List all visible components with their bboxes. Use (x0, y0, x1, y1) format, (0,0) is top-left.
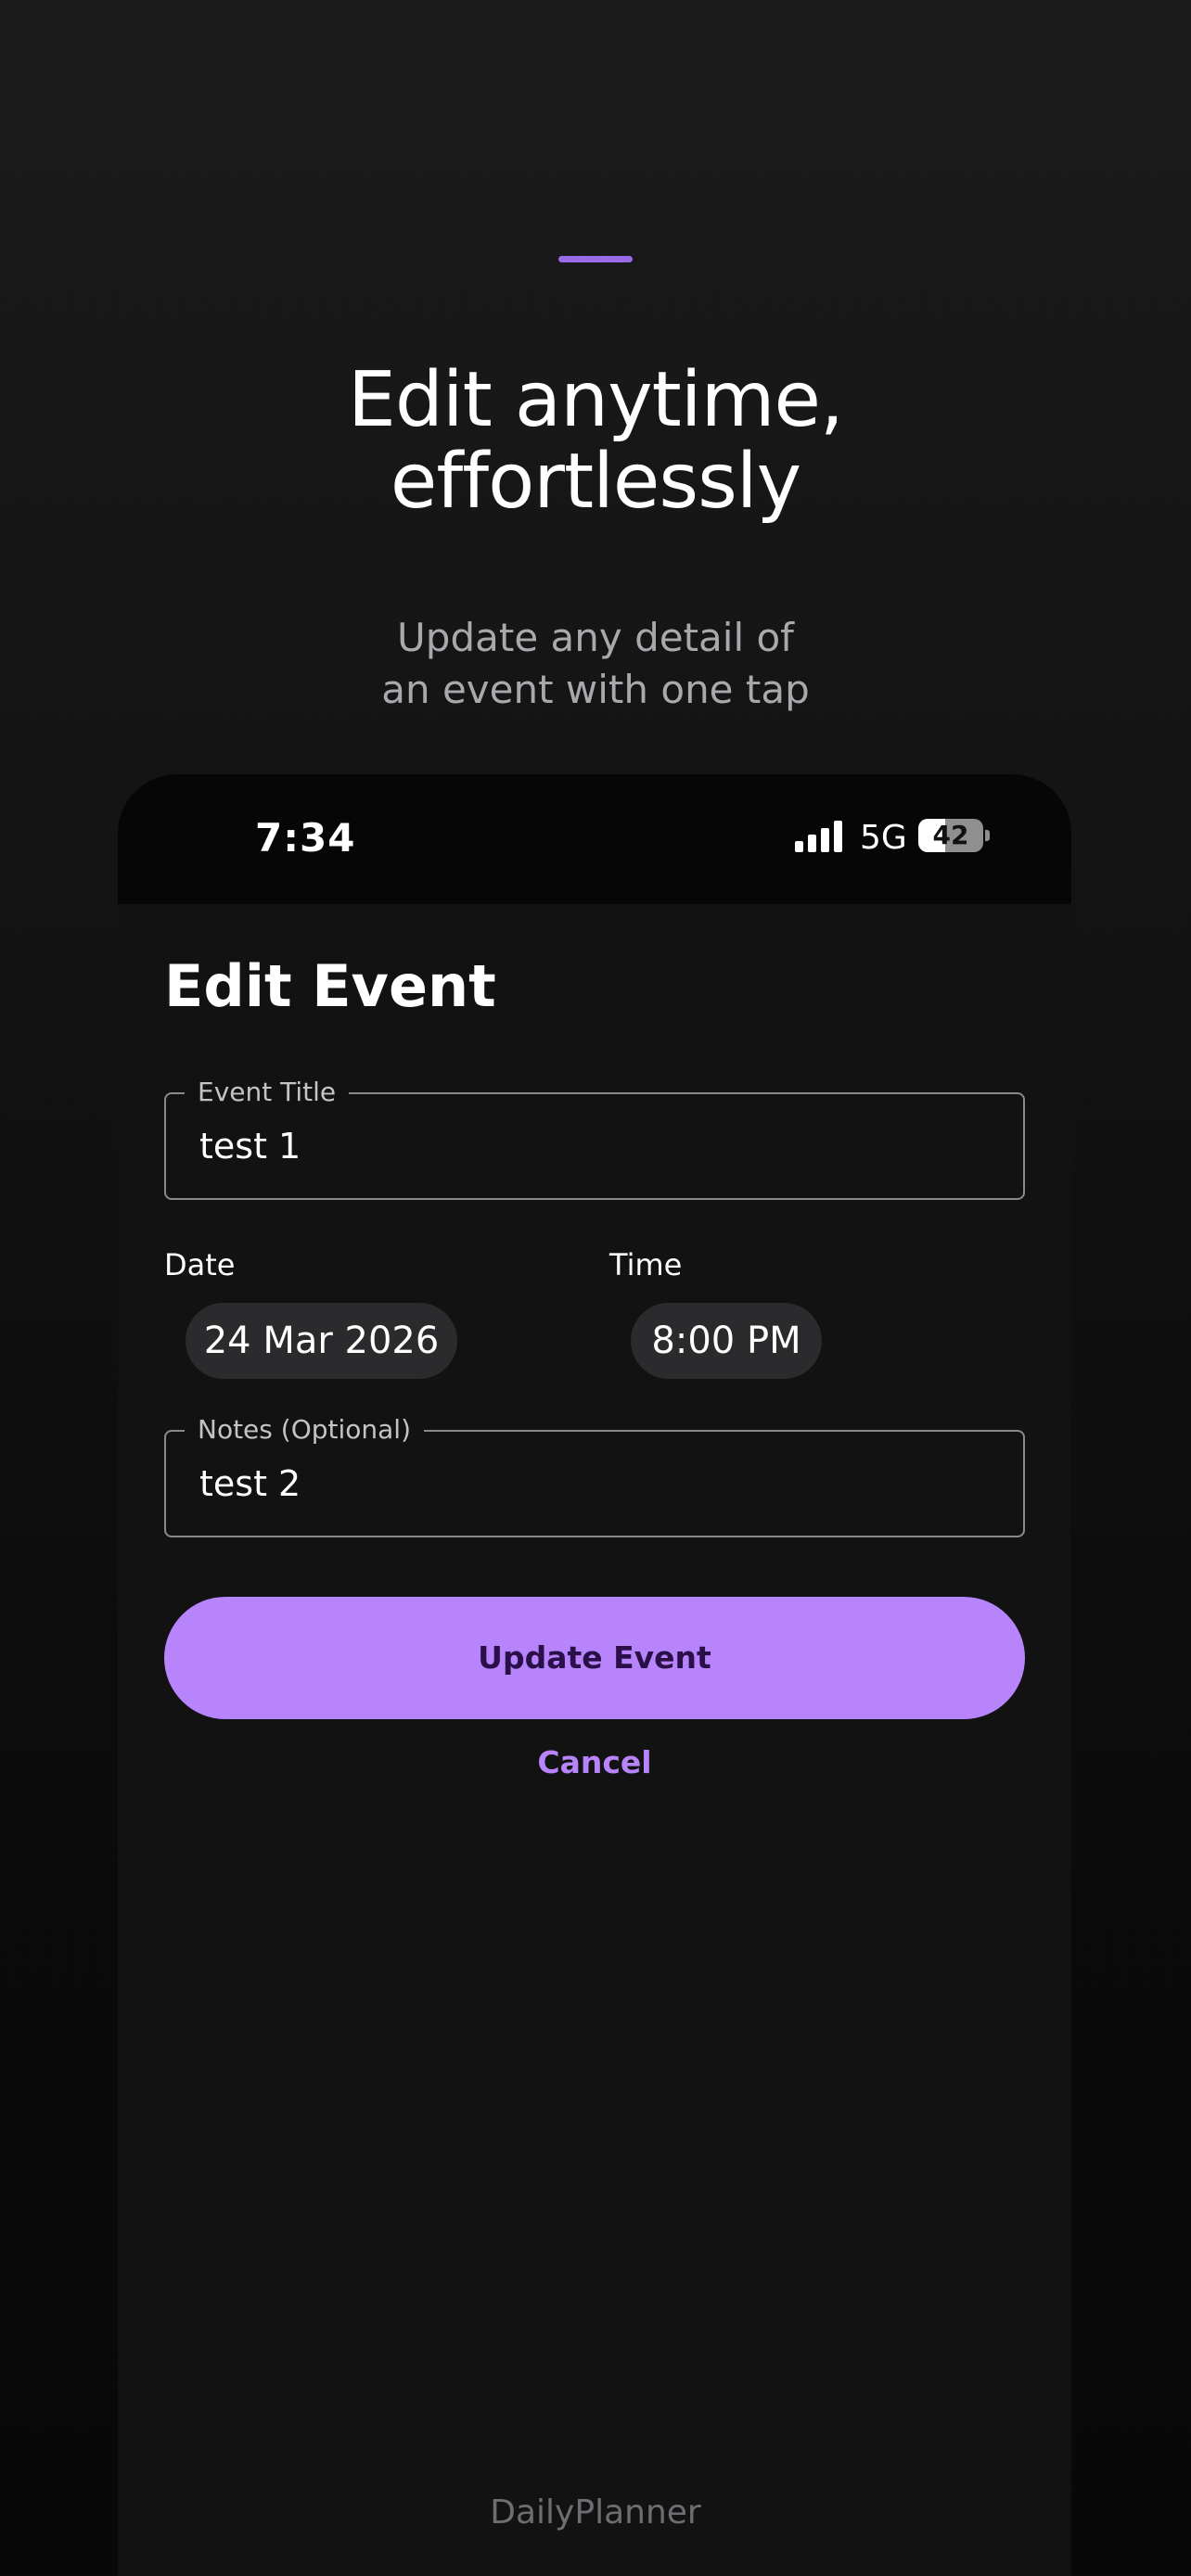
update-event-button[interactable]: Update Event (164, 1597, 1025, 1719)
edit-event-sheet: Edit Event Event Title Date Time 24 Mar … (118, 904, 1071, 2576)
footer-brand: DailyPlanner (490, 2493, 701, 2531)
event-title-input[interactable] (199, 1094, 997, 1198)
cellular-signal-icon (795, 821, 845, 852)
event-title-field[interactable]: Event Title (164, 1077, 1025, 1200)
hero-subtitle-line-2: an event with one tap (381, 667, 810, 712)
sheet-title: Edit Event (164, 952, 496, 1020)
battery-tip (985, 830, 990, 841)
battery-icon: 42 (918, 819, 983, 852)
battery-level: 42 (932, 820, 969, 850)
cancel-button[interactable]: Cancel (118, 1744, 1071, 1780)
date-label: Date (164, 1247, 236, 1282)
accent-divider (558, 256, 633, 262)
date-picker-button[interactable]: 24 Mar 2026 (186, 1303, 457, 1379)
status-time: 7:34 (255, 815, 356, 861)
phone-mockup: 7:34 5G 42 Edit Event Event Title Date T… (118, 774, 1071, 2576)
network-type: 5G (860, 819, 907, 857)
hero-subtitle-line-1: Update any detail of (397, 615, 794, 660)
notes-field[interactable]: Notes (Optional) (164, 1414, 1025, 1537)
hero-headline-line-1: Edit anytime, (348, 356, 844, 444)
time-label: Time (609, 1247, 683, 1282)
time-picker-button[interactable]: 8:00 PM (631, 1303, 822, 1379)
notes-input[interactable] (199, 1432, 997, 1536)
hero-headline-line-2: effortlessly (390, 438, 801, 526)
status-bar: 7:34 5G 42 (118, 774, 1071, 904)
